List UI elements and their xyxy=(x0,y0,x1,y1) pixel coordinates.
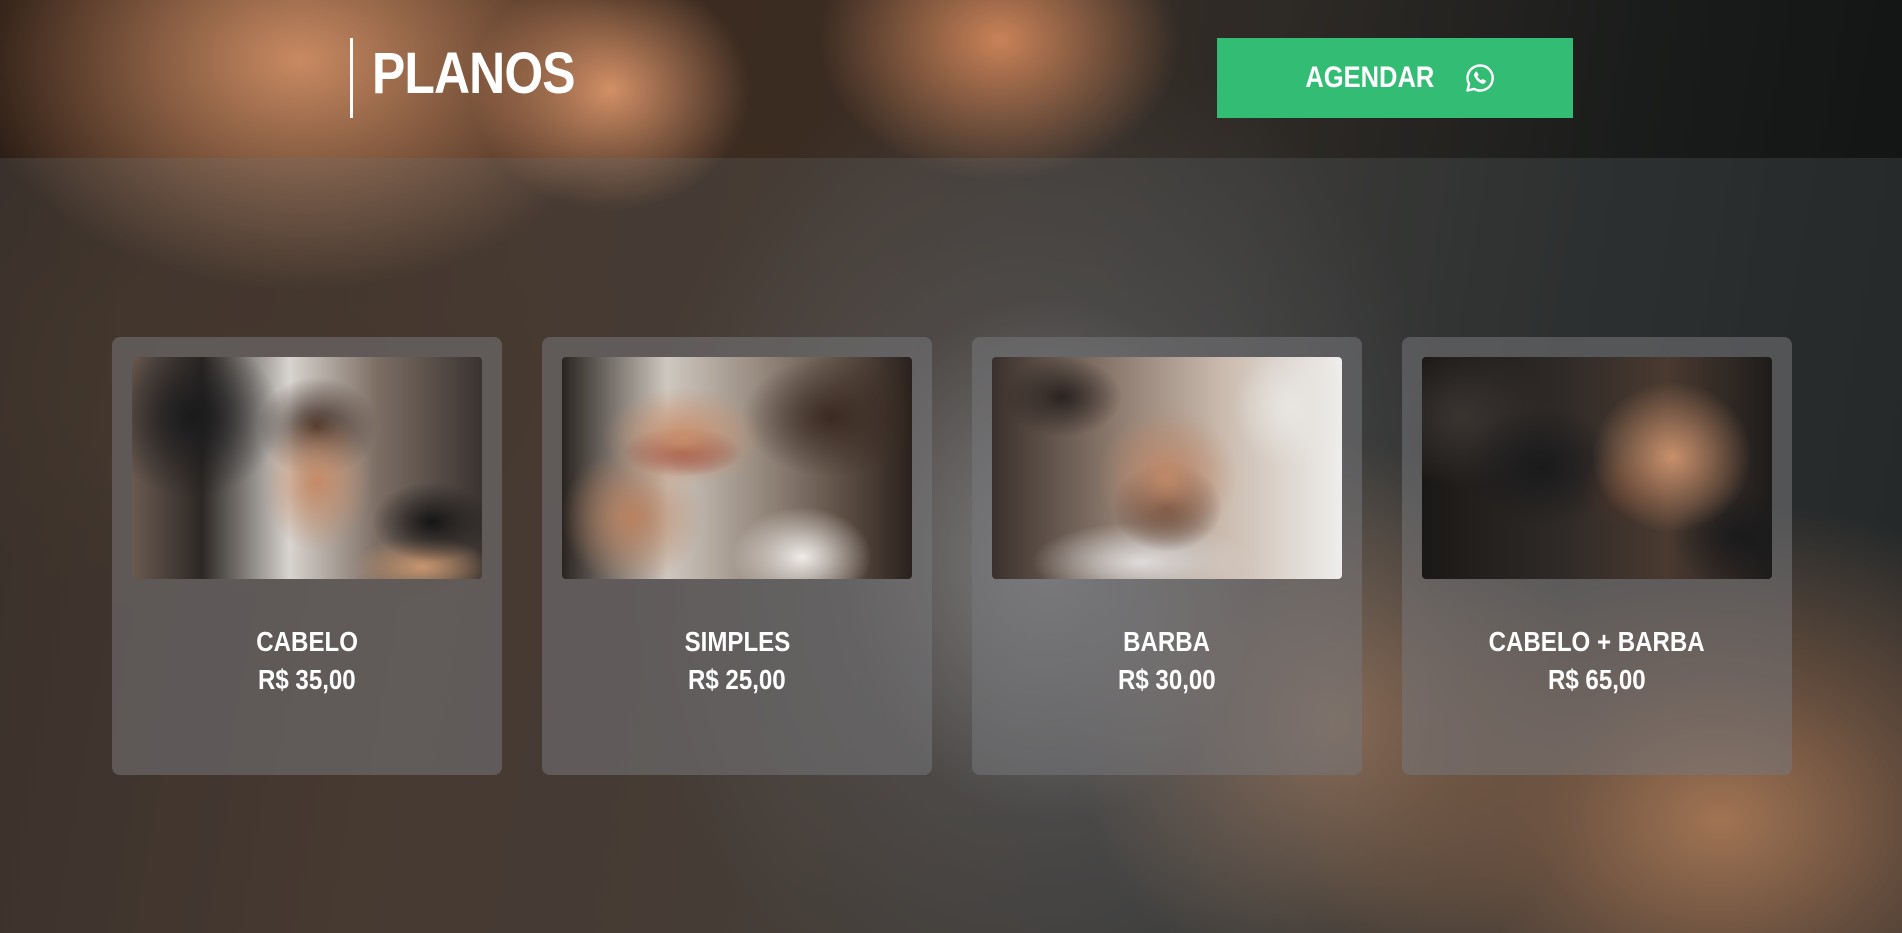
title-accent-bar xyxy=(350,38,353,118)
plan-name: SIMPLES xyxy=(684,626,790,657)
plan-name: BARBA xyxy=(1123,626,1211,657)
plan-photo xyxy=(1422,357,1772,579)
plan-card-cabelo[interactable]: CABELO R$ 35,00 xyxy=(112,337,502,775)
plan-photo xyxy=(992,357,1342,579)
schedule-button-label: AGENDAR xyxy=(1305,61,1435,94)
page-title: PLANOS xyxy=(372,41,576,106)
plan-card-simples[interactable]: SIMPLES R$ 25,00 xyxy=(542,337,932,775)
whatsapp-icon xyxy=(1464,62,1496,94)
plans-page: PLANOS AGENDAR CABELO R$ 35,00 SIMPLES R… xyxy=(0,0,1902,933)
plan-photo xyxy=(132,357,482,579)
plan-price: R$ 25,00 xyxy=(688,664,786,695)
plan-photo xyxy=(562,357,912,579)
schedule-button[interactable]: AGENDAR xyxy=(1217,38,1573,118)
plan-name: CABELO + BARBA xyxy=(1488,626,1706,657)
plan-card-barba[interactable]: BARBA R$ 30,00 xyxy=(972,337,1362,775)
plan-price: R$ 65,00 xyxy=(1548,664,1646,695)
plan-price: R$ 30,00 xyxy=(1118,664,1216,695)
plan-card-cabelo-barba[interactable]: CABELO + BARBA R$ 65,00 xyxy=(1402,337,1792,775)
plan-price: R$ 35,00 xyxy=(258,664,356,695)
plan-name: CABELO xyxy=(256,626,358,657)
